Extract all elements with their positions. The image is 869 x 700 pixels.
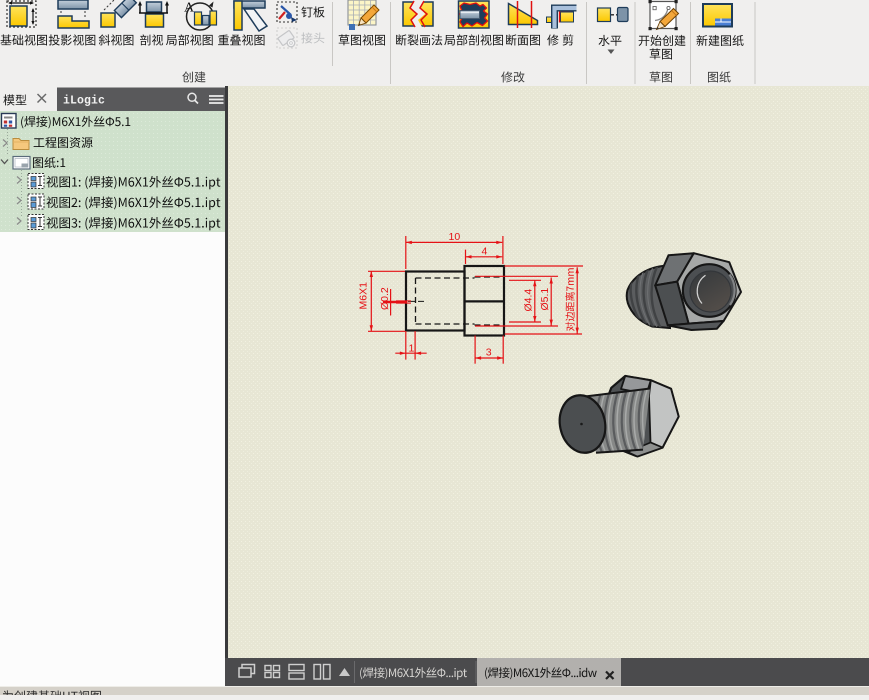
svg-text:10: 10	[449, 231, 461, 243]
svg-text:3: 3	[486, 346, 492, 358]
svg-text:4: 4	[482, 246, 488, 258]
svg-text:iLogic: iLogic	[63, 95, 105, 108]
svg-text:M6X1: M6X1	[358, 282, 370, 310]
svg-text:Ø4.4: Ø4.4	[523, 289, 535, 312]
svg-text:Ø5.1: Ø5.1	[539, 288, 551, 311]
svg-text:Ø0.2: Ø0.2	[379, 287, 391, 310]
svg-text:1: 1	[409, 342, 415, 354]
